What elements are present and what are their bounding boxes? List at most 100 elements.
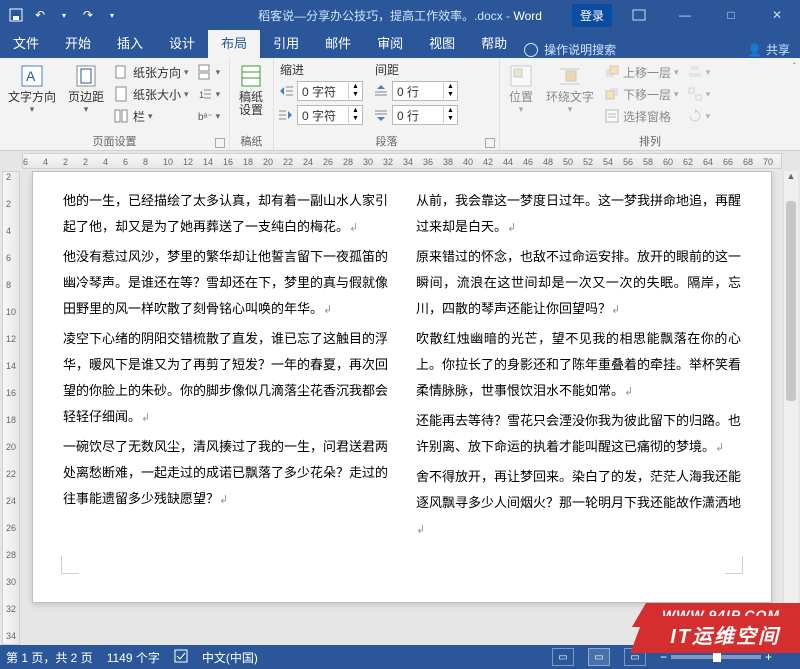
paragraph[interactable]: 他没有惹过风沙，梦里的繁华却让他誓言留下一夜孤笛的幽冷琴声。是谁还在等？雪却还在… bbox=[63, 244, 388, 322]
position-button[interactable]: 位置 bbox=[504, 61, 538, 117]
bulb-icon bbox=[524, 43, 538, 57]
undo-icon[interactable]: ↶ bbox=[32, 7, 48, 23]
gaozhi-label: 稿纸 设置 bbox=[239, 91, 263, 117]
paragraph[interactable]: 吹散红烛幽暗的光芒，望不见我的相思能飘落在你的心上。你拉长了的身影还和了陈年重叠… bbox=[416, 326, 741, 404]
breaks-button[interactable] bbox=[195, 61, 223, 83]
indent-right-spinner[interactable]: 0 字符▲▼ bbox=[297, 105, 363, 125]
svg-text:1: 1 bbox=[199, 90, 204, 100]
paragraph[interactable]: 还能再去等待？雪花只会湮没你我为彼此留下的归路。也许别离、放下命运的执着才能叫醒… bbox=[416, 408, 741, 460]
ribbon-collapse-icon[interactable]: ˇ bbox=[793, 62, 796, 73]
zoom-thumb[interactable] bbox=[713, 652, 721, 662]
margins-button[interactable]: 页边距 bbox=[64, 61, 108, 117]
save-icon[interactable] bbox=[8, 7, 24, 23]
maximize-icon[interactable]: □ bbox=[708, 0, 754, 30]
hyphenation-button[interactable]: bᵃ⁻ bbox=[195, 105, 223, 127]
group-page-setup-label: 页面设置 bbox=[4, 133, 225, 149]
dropdown-icon[interactable]: ▾ bbox=[56, 7, 72, 23]
status-word-count[interactable]: 1149 个字 bbox=[107, 649, 160, 666]
ruler-vertical[interactable]: 2246810121416182022242628303234 bbox=[2, 171, 20, 645]
scroll-thumb[interactable] bbox=[786, 201, 796, 401]
tab-layout[interactable]: 布局 bbox=[208, 27, 260, 58]
tab-home[interactable]: 开始 bbox=[52, 27, 104, 58]
view-read-mode[interactable]: ▭ bbox=[552, 648, 574, 666]
paragraph-launcher[interactable] bbox=[485, 138, 495, 148]
indent-left-spinner[interactable]: 0 字符▲▼ bbox=[297, 81, 363, 101]
tellme-search[interactable]: 操作说明搜索 bbox=[524, 41, 616, 58]
qat-customize-icon[interactable]: ▾ bbox=[104, 7, 120, 23]
login-button[interactable]: 登录 bbox=[572, 4, 612, 27]
paragraph[interactable]: 原来错过的怀念，也敌不过命运安排。放开的眼前的这一瞬间，流浪在这世间却是一次又一… bbox=[416, 244, 741, 322]
vertical-scrollbar[interactable]: ▲ ▼ bbox=[783, 171, 798, 645]
tab-help[interactable]: 帮助 bbox=[468, 27, 520, 58]
ruler-horizontal[interactable]: 6422468101214161820222426283032343638404… bbox=[22, 153, 782, 169]
page: 他的一生，已经描绘了太多认真，却有着一副山水人家引起了他，却又是为了她再葬送了一… bbox=[32, 171, 772, 603]
group-page-setup: A 文字方向 页边距 纸张方向 纸张大小 栏 1 bᵃ⁻ 页面设置 bbox=[0, 58, 230, 150]
close-icon[interactable]: ✕ bbox=[754, 0, 800, 30]
status-page[interactable]: 第 1 页，共 2 页 bbox=[6, 649, 93, 666]
columns-button[interactable]: 栏 bbox=[112, 105, 191, 127]
tab-insert[interactable]: 插入 bbox=[104, 27, 156, 58]
group-gaozhi-label: 稿纸 bbox=[234, 133, 269, 149]
tab-view[interactable]: 视图 bbox=[416, 27, 468, 58]
group-gaozhi: 稿纸 设置 稿纸 bbox=[230, 58, 274, 150]
send-backward-label: 下移一层 bbox=[623, 86, 671, 103]
paragraph[interactable]: 从前，我会靠这一梦度日过年。这一梦我拼命地追，再醒过来却是白天。 bbox=[416, 188, 741, 240]
document-content[interactable]: 他的一生，已经描绘了太多认真，却有着一副山水人家引起了他，却又是为了她再葬送了一… bbox=[63, 188, 741, 542]
proofing-icon[interactable] bbox=[174, 649, 188, 666]
watermark-brand: IT运维空间 bbox=[630, 616, 800, 653]
selection-pane-button[interactable]: 选择窗格 bbox=[602, 105, 681, 127]
tab-review[interactable]: 审阅 bbox=[364, 27, 416, 58]
margins-label: 页边距 bbox=[68, 91, 104, 104]
paragraph[interactable]: 一碗饮尽了无数风尘，清风揍过了我的一生，问君送君两处离愁断难，一起走过的成诺已飘… bbox=[63, 434, 388, 512]
spacing-header: 间距 bbox=[373, 61, 458, 79]
page-corner-bl bbox=[61, 556, 79, 574]
page-setup-launcher[interactable] bbox=[215, 138, 225, 148]
share-icon: 👤 bbox=[747, 43, 762, 57]
minimize-icon[interactable]: — bbox=[662, 0, 708, 30]
tab-design[interactable]: 设计 bbox=[156, 27, 208, 58]
space-before-value: 0 行 bbox=[393, 83, 443, 100]
view-print-layout[interactable]: ▭ bbox=[588, 648, 610, 666]
tellme-label: 操作说明搜索 bbox=[544, 41, 616, 58]
send-backward-button[interactable]: 下移一层 bbox=[602, 83, 681, 105]
space-after-spinner[interactable]: 0 行▲▼ bbox=[392, 105, 458, 125]
app-name: Word bbox=[513, 9, 541, 23]
gaozhi-button[interactable]: 稿纸 设置 bbox=[234, 61, 268, 119]
paragraph[interactable]: 舍不得放开，再让梦回来。染白了的发，茫茫人海我还能逐风飘寻多少人间烟火？那一轮明… bbox=[416, 464, 741, 542]
ribbon-tabs: 文件 开始 插入 设计 布局 引用 邮件 审阅 视图 帮助 操作说明搜索 👤 共… bbox=[0, 30, 800, 58]
share-button[interactable]: 👤 共享 bbox=[747, 41, 790, 58]
orientation-label: 纸张方向 bbox=[133, 64, 181, 81]
ribbon-display-options-icon[interactable] bbox=[616, 0, 662, 30]
orientation-button[interactable]: 纸张方向 bbox=[112, 61, 191, 83]
tab-references[interactable]: 引用 bbox=[260, 27, 312, 58]
align-button[interactable] bbox=[685, 61, 713, 83]
status-language[interactable]: 中文(中国) bbox=[202, 649, 258, 666]
tab-file[interactable]: 文件 bbox=[0, 27, 52, 58]
svg-text:bᵃ⁻: bᵃ⁻ bbox=[198, 112, 213, 123]
group-objects-button[interactable] bbox=[685, 83, 713, 105]
wrap-text-button[interactable]: 环绕文字 bbox=[542, 61, 598, 117]
line-numbers-button[interactable]: 1 bbox=[195, 83, 223, 105]
indent-header: 缩进 bbox=[278, 61, 363, 79]
space-before-spinner[interactable]: 0 行▲▼ bbox=[392, 81, 458, 101]
bring-forward-button[interactable]: 上移一层 bbox=[602, 61, 681, 83]
doc-title: 稻客说—分享办公技巧，提高工作效率。.docx - bbox=[258, 9, 513, 23]
indent-right-icon bbox=[278, 107, 294, 123]
position-label: 位置 bbox=[509, 91, 533, 104]
bring-forward-label: 上移一层 bbox=[623, 64, 671, 81]
size-button[interactable]: 纸张大小 bbox=[112, 83, 191, 105]
columns-label: 栏 bbox=[133, 108, 145, 125]
paragraph[interactable]: 凌空下心绪的阴阳交错梳散了直发，谁已忘了这触目的浮华，暖风下是谁又为了再剪了短发… bbox=[63, 326, 388, 430]
redo-icon[interactable]: ↷ bbox=[80, 7, 96, 23]
size-label: 纸张大小 bbox=[133, 86, 181, 103]
wrap-text-label: 环绕文字 bbox=[546, 91, 594, 104]
tab-mailings[interactable]: 邮件 bbox=[312, 27, 364, 58]
space-before-icon bbox=[373, 83, 389, 99]
rotate-button[interactable] bbox=[685, 105, 713, 127]
text-direction-button[interactable]: A 文字方向 bbox=[4, 61, 60, 117]
space-after-value: 0 行 bbox=[393, 107, 443, 124]
scroll-up-icon[interactable]: ▲ bbox=[784, 171, 798, 185]
group-paragraph-label: 段落 bbox=[278, 133, 495, 149]
paragraph[interactable]: 他的一生，已经描绘了太多认真，却有着一副山水人家引起了他，却又是为了她再葬送了一… bbox=[63, 188, 388, 240]
document-scroll[interactable]: 他的一生，已经描绘了太多认真，却有着一副山水人家引起了他，却又是为了她再葬送了一… bbox=[22, 171, 782, 645]
